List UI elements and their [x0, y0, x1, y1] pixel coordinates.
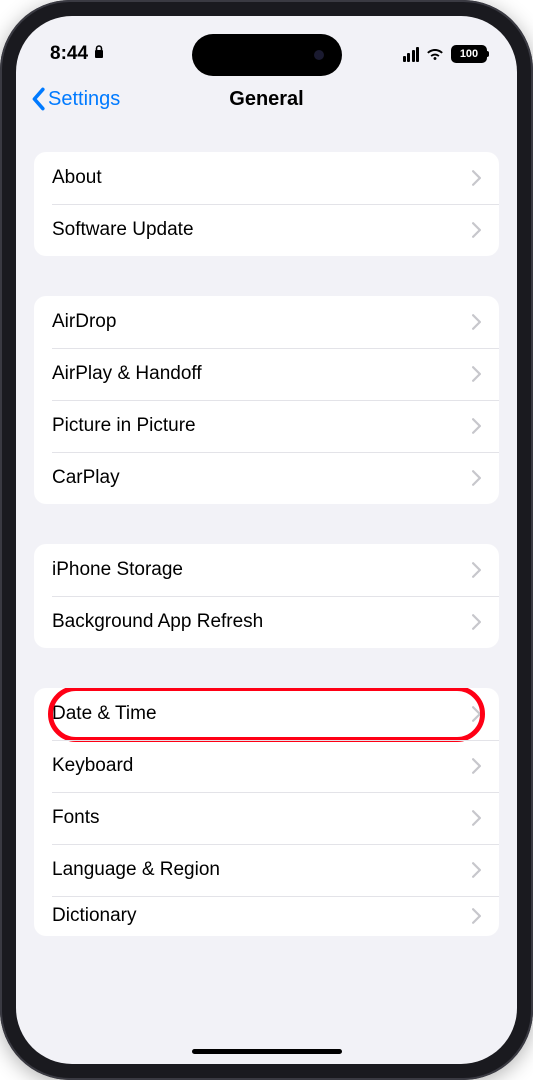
- row-label: CarPlay: [52, 467, 120, 489]
- row-carplay[interactable]: CarPlay: [34, 452, 499, 504]
- back-label: Settings: [48, 88, 120, 111]
- row-label: AirPlay & Handoff: [52, 363, 202, 385]
- row-dictionary[interactable]: Dictionary: [34, 896, 499, 936]
- row-software-update[interactable]: Software Update: [34, 204, 499, 256]
- settings-list: About Software Update AirDrop AirPlay & …: [16, 124, 517, 936]
- row-label: Picture in Picture: [52, 415, 196, 437]
- chevron-right-icon: [472, 810, 481, 826]
- dynamic-island: [192, 34, 342, 76]
- chevron-right-icon: [472, 614, 481, 630]
- row-label: Dictionary: [52, 905, 136, 927]
- chevron-right-icon: [472, 706, 481, 722]
- battery-indicator: 100: [451, 45, 487, 63]
- page-title: General: [229, 88, 303, 111]
- lock-icon: [94, 43, 104, 65]
- row-label: Language & Region: [52, 859, 220, 881]
- row-fonts[interactable]: Fonts: [34, 792, 499, 844]
- settings-group: AirDrop AirPlay & Handoff Picture in Pic…: [34, 296, 499, 504]
- row-label: Background App Refresh: [52, 611, 263, 633]
- chevron-left-icon: [30, 87, 46, 111]
- chevron-right-icon: [472, 418, 481, 434]
- row-date-time[interactable]: Date & Time: [34, 688, 499, 740]
- chevron-right-icon: [472, 366, 481, 382]
- row-airdrop[interactable]: AirDrop: [34, 296, 499, 348]
- row-about[interactable]: About: [34, 152, 499, 204]
- row-label: Software Update: [52, 219, 194, 241]
- battery-level: 100: [460, 48, 478, 60]
- cellular-signal-icon: [403, 47, 420, 62]
- row-label: AirDrop: [52, 311, 116, 333]
- wifi-icon: [425, 47, 445, 61]
- row-language-region[interactable]: Language & Region: [34, 844, 499, 896]
- home-indicator[interactable]: [192, 1049, 342, 1054]
- back-button[interactable]: Settings: [30, 87, 120, 111]
- nav-bar: Settings General: [16, 74, 517, 124]
- settings-group: iPhone Storage Background App Refresh: [34, 544, 499, 648]
- settings-group: Date & Time Keyboard Fonts Language & Re…: [34, 688, 499, 936]
- chevron-right-icon: [472, 314, 481, 330]
- row-label: iPhone Storage: [52, 559, 183, 581]
- chevron-right-icon: [472, 222, 481, 238]
- settings-group: About Software Update: [34, 152, 499, 256]
- row-airplay-handoff[interactable]: AirPlay & Handoff: [34, 348, 499, 400]
- chevron-right-icon: [472, 470, 481, 486]
- chevron-right-icon: [472, 862, 481, 878]
- device-frame: 8:44 100 Settings: [0, 0, 533, 1080]
- chevron-right-icon: [472, 908, 481, 924]
- chevron-right-icon: [472, 758, 481, 774]
- screen: 8:44 100 Settings: [16, 16, 517, 1064]
- row-label: Date & Time: [52, 703, 157, 725]
- chevron-right-icon: [472, 562, 481, 578]
- row-picture-in-picture[interactable]: Picture in Picture: [34, 400, 499, 452]
- row-label: About: [52, 167, 102, 189]
- chevron-right-icon: [472, 170, 481, 186]
- row-keyboard[interactable]: Keyboard: [34, 740, 499, 792]
- row-label: Fonts: [52, 807, 100, 829]
- row-iphone-storage[interactable]: iPhone Storage: [34, 544, 499, 596]
- status-time: 8:44: [50, 43, 88, 65]
- row-background-app-refresh[interactable]: Background App Refresh: [34, 596, 499, 648]
- row-label: Keyboard: [52, 755, 133, 777]
